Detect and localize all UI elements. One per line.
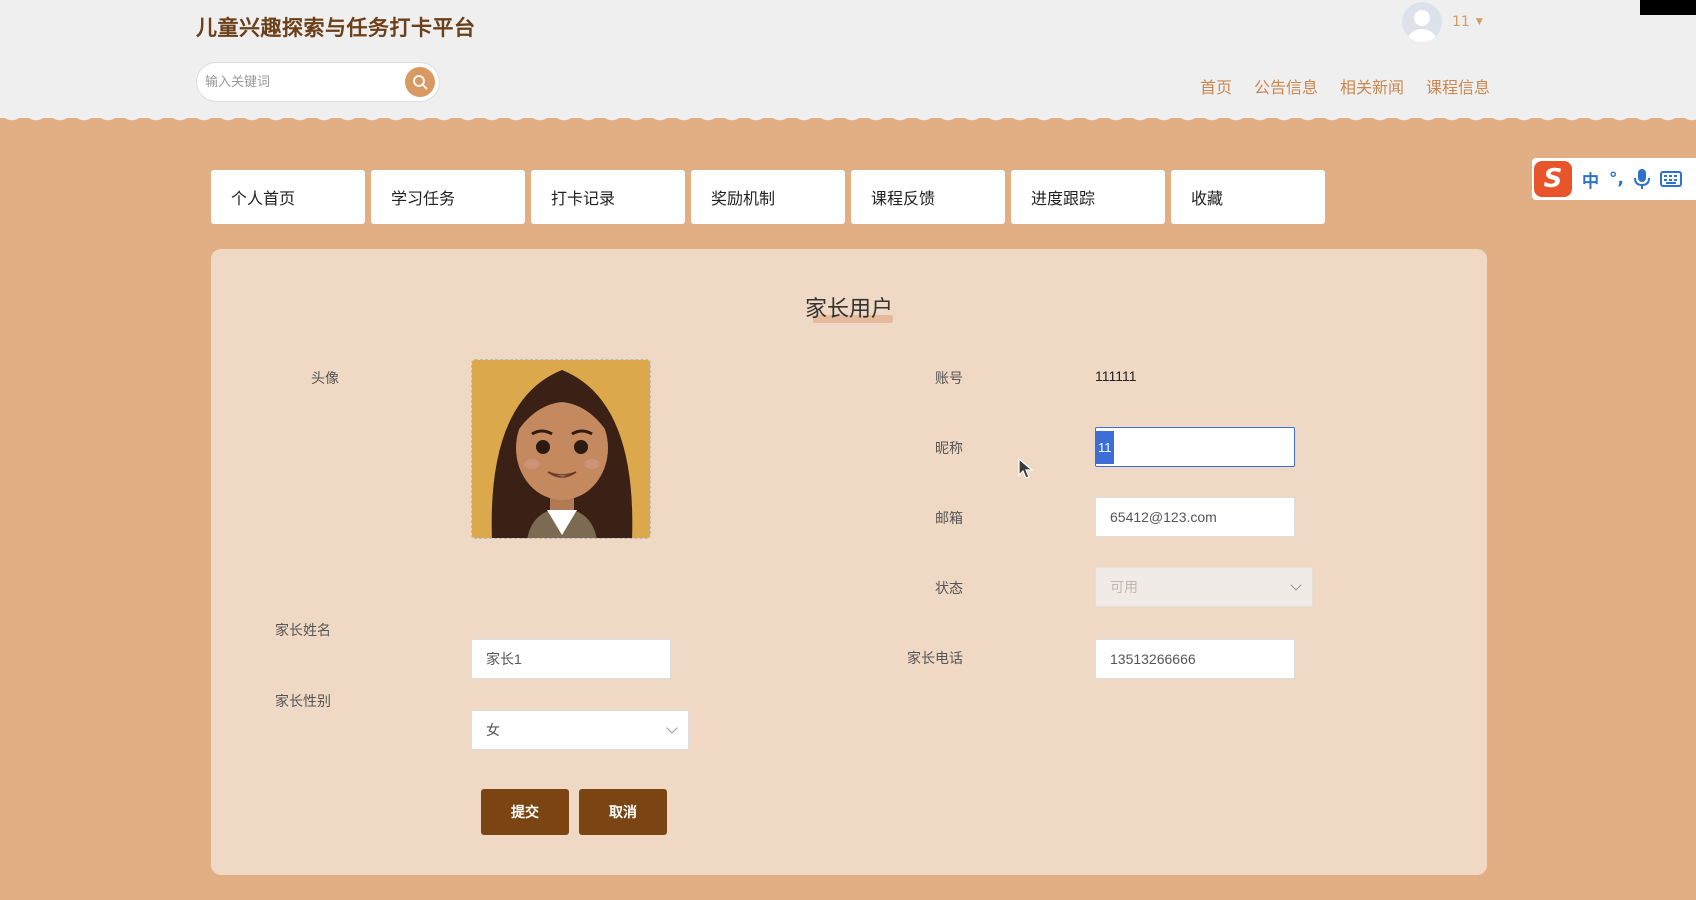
- status-label: 状态: [935, 581, 963, 597]
- tab-favorites[interactable]: 收藏: [1171, 170, 1325, 224]
- account-label: 账号: [935, 371, 963, 387]
- nickname-input[interactable]: 11: [1095, 427, 1295, 467]
- email-value: 65412@123.com: [1110, 509, 1217, 525]
- search-button[interactable]: [405, 67, 435, 97]
- ime-logo-icon[interactable]: S: [1534, 161, 1572, 197]
- parent-name-label: 家长姓名: [275, 623, 331, 639]
- nickname-value: 11: [1096, 430, 1114, 464]
- parent-gender-value: 女: [486, 722, 500, 738]
- form-title: 家长用户: [804, 297, 893, 322]
- parent-phone-label: 家长电话: [907, 651, 963, 667]
- header-scallop-border: [0, 108, 1696, 128]
- parent-gender-select[interactable]: 女: [471, 710, 689, 750]
- avatar-label: 头像: [311, 371, 339, 387]
- tab-checkin-records[interactable]: 打卡记录: [531, 170, 685, 224]
- avatar-upload[interactable]: [471, 359, 651, 539]
- center-tabs: 个人首页 学习任务 打卡记录 奖励机制 课程反馈 进度跟踪 收藏: [211, 170, 1325, 224]
- header: 儿童兴趣探索与任务打卡平台 11 ▼ 首页 公告信息 相关新闻 课程信息: [0, 0, 1696, 118]
- parent-phone-input[interactable]: 13513266666: [1095, 639, 1295, 679]
- status-select: 可用: [1095, 567, 1313, 607]
- tab-rewards[interactable]: 奖励机制: [691, 170, 845, 224]
- parent-name-input[interactable]: 家长1: [471, 639, 671, 679]
- top-nav: 首页 公告信息 相关新闻 课程信息: [1200, 74, 1490, 98]
- chevron-down-icon: [666, 722, 678, 734]
- nav-courses[interactable]: 课程信息: [1426, 74, 1490, 98]
- nickname-label: 昵称: [935, 441, 963, 457]
- ime-punct-toggle[interactable]: °,: [1609, 169, 1624, 189]
- parent-gender-label: 家长性别: [275, 694, 331, 710]
- nav-announcements[interactable]: 公告信息: [1254, 74, 1318, 98]
- site-title: 儿童兴趣探索与任务打卡平台: [196, 16, 476, 40]
- caret-down-icon[interactable]: ▼: [1476, 17, 1483, 27]
- parent-phone-value: 13513266666: [1110, 651, 1196, 667]
- ime-mode-toggle[interactable]: 中: [1582, 167, 1599, 192]
- tab-study-tasks[interactable]: 学习任务: [371, 170, 525, 224]
- nav-news[interactable]: 相关新闻: [1340, 74, 1404, 98]
- account-value: 111111: [1095, 368, 1137, 384]
- tab-personal-home[interactable]: 个人首页: [211, 170, 365, 224]
- email-input[interactable]: 65412@123.com: [1095, 497, 1295, 537]
- user-name[interactable]: 11: [1452, 14, 1470, 30]
- tab-progress[interactable]: 进度跟踪: [1011, 170, 1165, 224]
- status-value: 可用: [1110, 579, 1138, 595]
- user-menu[interactable]: 11 ▼: [1402, 2, 1483, 42]
- user-avatar-icon[interactable]: [1402, 2, 1442, 42]
- avatar-image: [472, 360, 650, 538]
- search-icon: [413, 75, 428, 90]
- screen-corner-block: [1640, 0, 1696, 15]
- tab-course-feedback[interactable]: 课程反馈: [851, 170, 1005, 224]
- parent-name-value: 家长1: [486, 651, 522, 667]
- submit-button[interactable]: 提交: [481, 789, 569, 835]
- ime-mic-icon[interactable]: [1633, 168, 1650, 190]
- search-box: [196, 62, 440, 102]
- chevron-down-icon: [1290, 579, 1302, 591]
- ime-keyboard-icon[interactable]: [1659, 170, 1682, 188]
- ime-toolbar[interactable]: S 中 °,: [1532, 158, 1696, 200]
- cancel-button[interactable]: 取消: [579, 789, 667, 835]
- search-input[interactable]: [205, 69, 395, 95]
- nav-home[interactable]: 首页: [1200, 74, 1232, 98]
- profile-form-panel: 家长用户 头像 家长姓名 家长1 家长性别 女 提交 取消 账号 111111 …: [211, 249, 1487, 875]
- mouse-cursor-icon: [1018, 458, 1034, 479]
- email-label: 邮箱: [935, 511, 963, 527]
